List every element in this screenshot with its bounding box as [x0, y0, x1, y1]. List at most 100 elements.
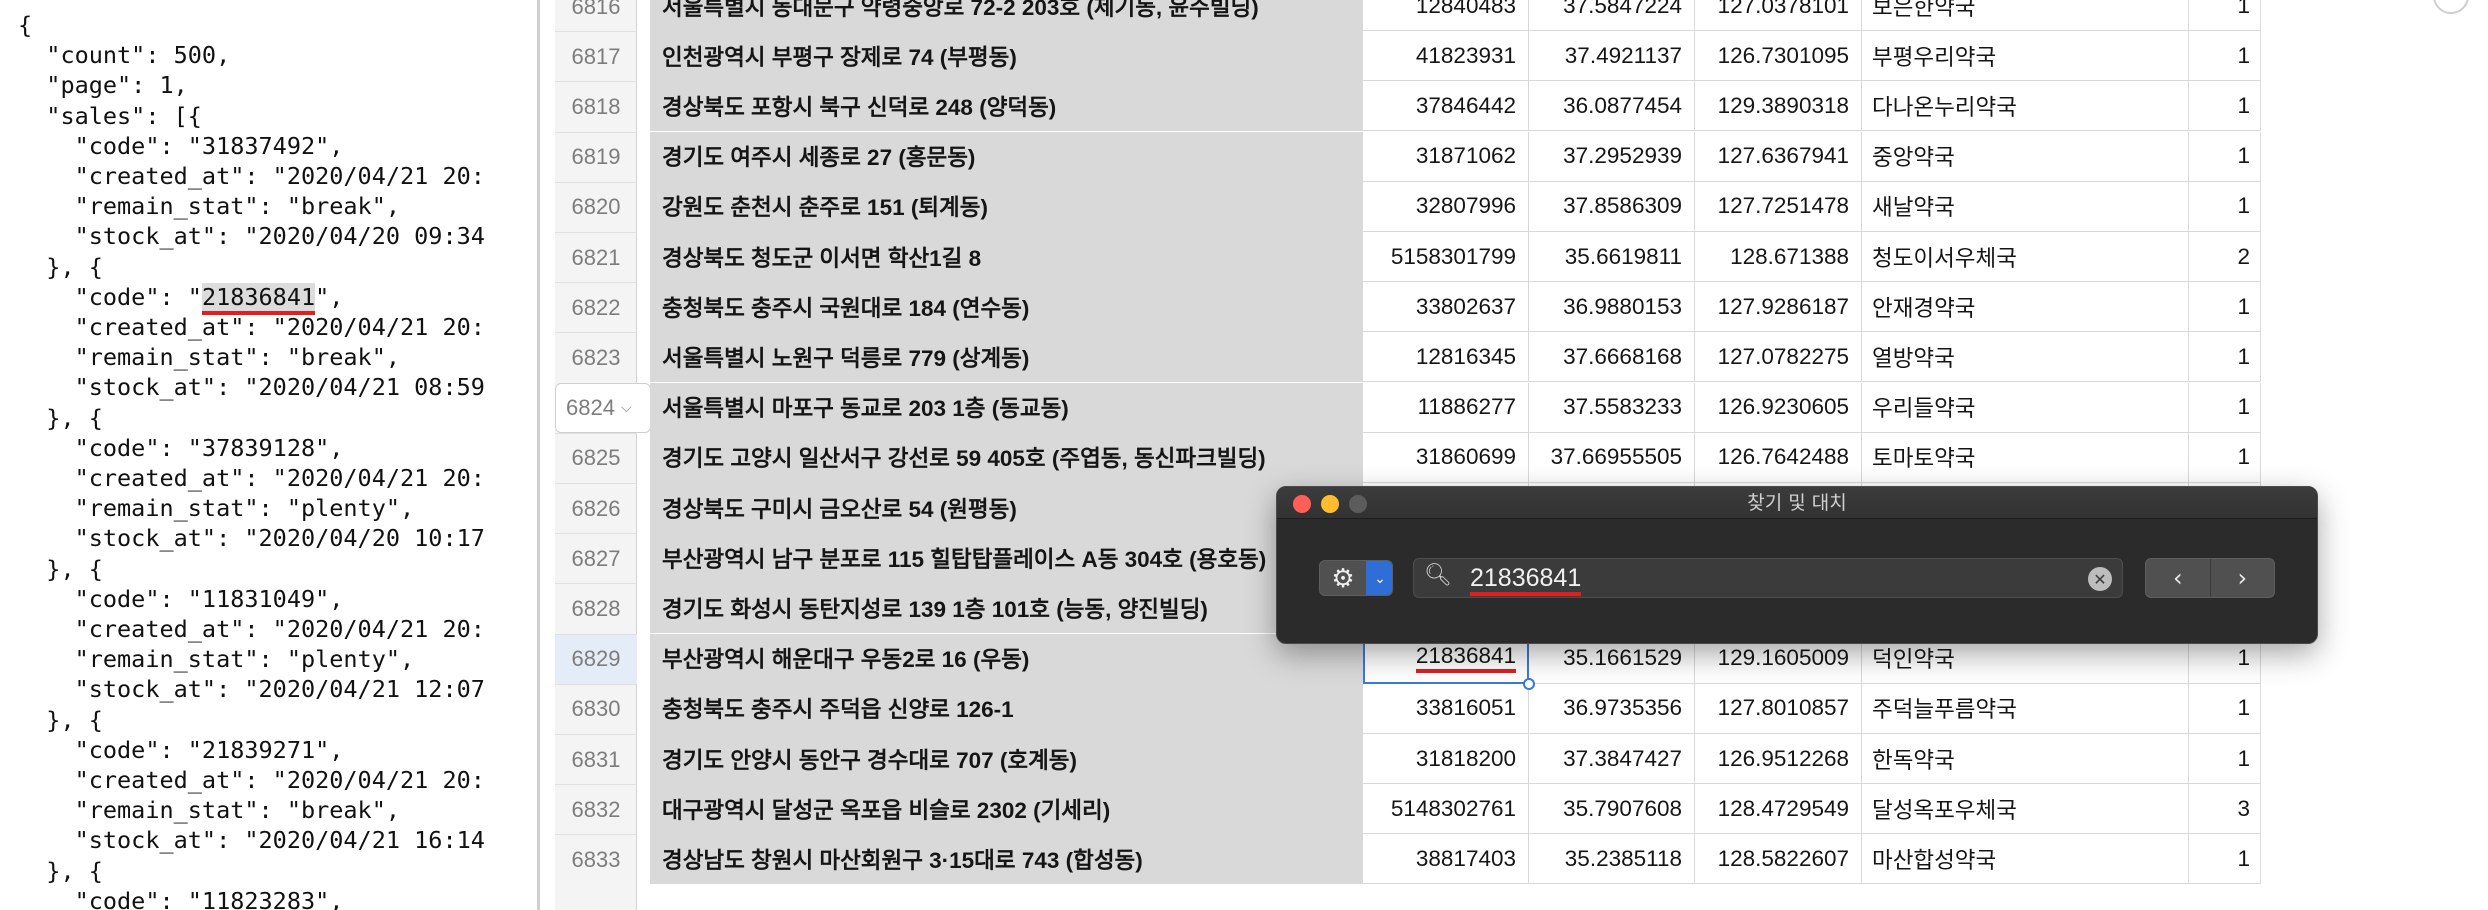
cell-name[interactable]: 열방약국 — [1862, 332, 2189, 383]
cell-code[interactable]: 41823931 — [1363, 31, 1529, 82]
row-number[interactable]: 6829 — [555, 633, 637, 684]
cell-lng[interactable]: 126.9512268 — [1695, 734, 1862, 784]
row-number[interactable]: 6816 — [555, 0, 637, 31]
cell-lat[interactable]: 37.6668168 — [1529, 332, 1695, 383]
cell-name[interactable]: 토마토약국 — [1862, 432, 2189, 483]
cell-address[interactable]: 서울특별시 마포구 동교로 203 1층 (동교동) — [650, 382, 1363, 433]
cell-code[interactable]: 12816345 — [1363, 332, 1529, 383]
cell-count[interactable]: 1 — [2189, 432, 2261, 483]
cell-code[interactable]: 38817403 — [1363, 834, 1529, 885]
clear-icon[interactable]: ✕ — [2088, 567, 2112, 591]
spreadsheet[interactable]: 6816 6817 6818 6819 6820 6821 6822 6823 6824 ⌵ 682… — [543, 0, 2488, 910]
selection-handle-bottom[interactable] — [1523, 677, 1535, 690]
row-number[interactable]: 6817 — [555, 31, 637, 81]
cell-lat[interactable]: 37.5583233 — [1529, 382, 1695, 433]
next-match-button[interactable]: › — [2211, 559, 2275, 597]
cell-lng[interactable]: 127.7251478 — [1695, 181, 1862, 232]
cell-code[interactable]: 11886277 — [1363, 382, 1529, 433]
cell-address[interactable]: 서울특별시 노원구 덕릉로 779 (상계동) — [650, 332, 1363, 383]
cell-name[interactable]: 보은한약국 — [1862, 0, 2189, 31]
cell-name[interactable]: 청도이서우체국 — [1862, 232, 2189, 282]
cell-code[interactable]: 5148302761 — [1363, 784, 1529, 835]
cell-count[interactable]: 1 — [2189, 734, 2261, 784]
previous-match-button[interactable]: ‹ — [2146, 559, 2211, 597]
cell-address[interactable]: 서울특별시 동대문구 약령중앙로 72-2 203호 (제기동, 윤주빌딩) — [650, 0, 1363, 31]
cell-address[interactable]: 경상북도 구미시 금오산로 54 (원평동) — [650, 483, 1363, 533]
cell-count[interactable]: 2 — [2189, 232, 2261, 282]
cell-address[interactable]: 경기도 고양시 일산서구 강선로 59 405호 (주엽동, 동신파크빌딩) — [650, 432, 1363, 483]
cell-name[interactable]: 부평우리약국 — [1862, 31, 2189, 82]
cell-lng[interactable]: 127.8010857 — [1695, 683, 1862, 734]
cell-address[interactable]: 경기도 안양시 동안구 경수대로 707 (호계동) — [650, 734, 1363, 784]
cell-count[interactable]: 1 — [2189, 382, 2261, 433]
cell-name[interactable]: 한독약국 — [1862, 734, 2189, 784]
row-number[interactable]: 6830 — [555, 683, 637, 734]
cell-lng[interactable]: 126.7642488 — [1695, 432, 1862, 483]
chevron-down-icon[interactable]: ⌵ — [621, 399, 632, 416]
cell-count[interactable]: 3 — [2189, 784, 2261, 835]
cell-address[interactable]: 경기도 여주시 세종로 27 (홍문동) — [650, 131, 1363, 182]
cell-code[interactable]: 33816051 — [1363, 683, 1529, 734]
cell-name[interactable]: 주덕늘푸름약국 — [1862, 683, 2189, 734]
cell-name[interactable]: 새날약국 — [1862, 181, 2189, 232]
cell-lng[interactable]: 128.5822607 — [1695, 834, 1862, 885]
cell-lng[interactable]: 127.0378101 — [1695, 0, 1862, 31]
row-number[interactable]: 6821 — [555, 232, 637, 282]
cell-name[interactable]: 마산합성약국 — [1862, 834, 2189, 885]
row-number[interactable]: 6826 — [555, 483, 637, 533]
row-number[interactable]: 6825 — [555, 432, 637, 483]
cell-lat[interactable]: 36.9735356 — [1529, 683, 1695, 734]
cell-lat[interactable]: 36.0877454 — [1529, 81, 1695, 132]
cell-lat[interactable]: 37.5847224 — [1529, 0, 1695, 31]
cell-name[interactable]: 다나온누리약국 — [1862, 81, 2189, 132]
search-input[interactable]: 🔍︎ 21836841 ✕ — [1413, 558, 2123, 598]
cell-count[interactable]: 1 — [2189, 282, 2261, 333]
cell-lng[interactable]: 127.0782275 — [1695, 332, 1862, 383]
row-number[interactable]: 6831 — [555, 734, 637, 784]
cell-address[interactable]: 부산광역시 해운대구 우동2로 16 (우동) — [650, 633, 1363, 684]
row-number[interactable]: 6823 — [555, 332, 637, 382]
cell-address[interactable]: 충청북도 충주시 국원대로 184 (연수동) — [650, 282, 1363, 333]
cell-lng[interactable]: 128.4729549 — [1695, 784, 1862, 835]
cell-lat[interactable]: 37.2952939 — [1529, 131, 1695, 182]
cell-lng[interactable]: 128.671388 — [1695, 232, 1862, 282]
options-button[interactable]: ⚙ ⌄ — [1319, 560, 1393, 596]
cell-lat[interactable]: 37.66955505 — [1529, 432, 1695, 483]
cell-count[interactable]: 1 — [2189, 332, 2261, 383]
cell-code[interactable]: 37846442 — [1363, 81, 1529, 132]
cell-name[interactable]: 중앙약국 — [1862, 131, 2189, 182]
cell-lat[interactable]: 35.7907608 — [1529, 784, 1695, 835]
cell-count[interactable]: 1 — [2189, 181, 2261, 232]
cell-code[interactable]: 31818200 — [1363, 734, 1529, 784]
cell-name[interactable]: 안재경약국 — [1862, 282, 2189, 333]
cell-code[interactable]: 32807996 — [1363, 181, 1529, 232]
row-number[interactable]: 6824 ⌵ — [555, 382, 651, 433]
row-number[interactable]: 6819 — [555, 131, 637, 182]
cell-code[interactable]: 12840483 — [1363, 0, 1529, 31]
row-number[interactable]: 6827 — [555, 533, 637, 583]
cell-address[interactable]: 인천광역시 부평구 장제로 74 (부평동) — [650, 31, 1363, 82]
cell-address[interactable]: 충청북도 충주시 주덕읍 신양로 126-1 — [650, 683, 1363, 734]
cell-count[interactable]: 1 — [2189, 834, 2261, 885]
cell-address[interactable]: 경상북도 포항시 북구 신덕로 248 (양덕동) — [650, 81, 1363, 132]
row-number[interactable]: 6832 — [555, 784, 637, 834]
cell-address[interactable]: 강원도 춘천시 춘주로 151 (퇴계동) — [650, 181, 1363, 232]
cell-address[interactable]: 부산광역시 남구 분포로 115 힐탑탑플레이스 A동 304호 (용호동) — [650, 533, 1363, 584]
row-number[interactable]: 6828 — [555, 583, 637, 633]
cell-address[interactable]: 경상북도 청도군 이서면 학산1길 8 — [650, 232, 1363, 282]
cell-name[interactable]: 달성옥포우체국 — [1862, 784, 2189, 835]
cell-code[interactable]: 31860699 — [1363, 432, 1529, 483]
cell-lat[interactable]: 35.6619811 — [1529, 232, 1695, 282]
cell-count[interactable]: 1 — [2189, 131, 2261, 182]
cell-count[interactable]: 1 — [2189, 31, 2261, 82]
cell-lat[interactable]: 37.3847427 — [1529, 734, 1695, 784]
cell-address[interactable]: 경기도 화성시 동탄지성로 139 1층 101호 (능동, 양진빌딩) — [650, 583, 1363, 634]
cell-address[interactable]: 대구광역시 달성군 옥포읍 비슬로 2302 (기세리) — [650, 784, 1363, 835]
cell-code[interactable]: 33802637 — [1363, 282, 1529, 333]
cell-count[interactable]: 1 — [2189, 81, 2261, 132]
cell-lng[interactable]: 127.9286187 — [1695, 282, 1862, 333]
cell-count[interactable]: 1 — [2189, 683, 2261, 734]
cell-code[interactable]: 5158301799 — [1363, 232, 1529, 282]
row-number[interactable]: 6818 — [555, 81, 637, 131]
cell-lng[interactable]: 126.7301095 — [1695, 31, 1862, 82]
